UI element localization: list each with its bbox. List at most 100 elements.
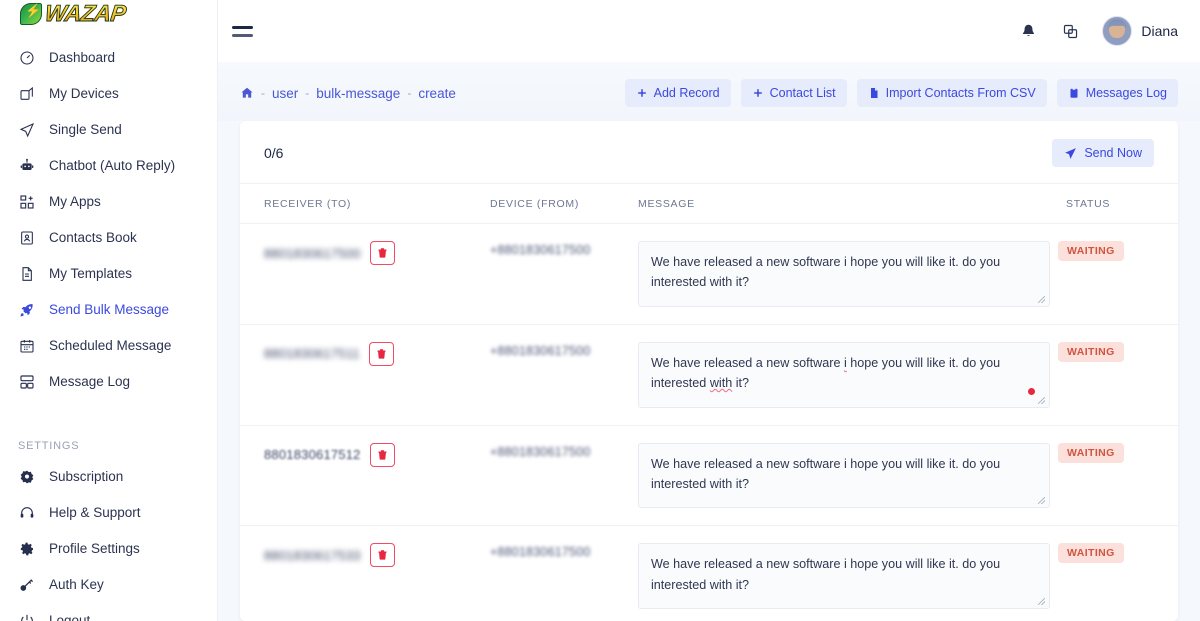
table-header-row: RECEIVER (TO) DEVICE (FROM) MESSAGE STAT… [240,184,1178,224]
column-header-message: MESSAGE [638,184,1058,224]
sidebar-item-scheduled-message[interactable]: Scheduled Message [0,332,217,359]
contact-list-label: Contact List [769,86,836,100]
status-badge: WAITING [1058,241,1124,261]
breadcrumb-separator: - [407,86,412,100]
clipboard-icon [1068,87,1080,99]
send-now-button[interactable]: Send Now [1052,139,1154,167]
spellcheck-word: i [843,355,847,370]
sidebar-item-message-log[interactable]: Message Log [0,368,217,395]
document-icon [18,265,35,282]
table-scroll-region: RECEIVER (TO) DEVICE (FROM) MESSAGE STAT… [240,184,1178,621]
message-text: We have released a new software i hope y… [651,355,1001,391]
contact-card-icon [18,229,35,246]
messages-log-button[interactable]: Messages Log [1056,79,1178,107]
grid-plus-icon [18,193,35,210]
sidebar-item-auth-key[interactable]: Auth Key [0,571,217,598]
cell-device: +8801830617500 [490,223,638,325]
key-icon [18,576,35,593]
column-header-status: STATUS [1058,184,1178,224]
sidebar-item-my-templates[interactable]: My Templates [0,260,217,287]
resize-grip[interactable] [1037,295,1046,304]
receiver-group: 8801830617512 [264,442,395,467]
message-textarea[interactable]: We have released a new software i hope y… [638,543,1050,610]
home-icon[interactable] [240,86,254,100]
table-row: 8801830617533 +8801830617500 We have rel… [240,525,1178,621]
trash-icon [377,247,388,259]
delete-row-button[interactable] [369,543,395,568]
device-number: +8801830617500 [490,444,591,459]
import-contacts-csv-button[interactable]: Import Contacts From CSV [856,79,1047,107]
status-badge: WAITING [1058,543,1124,564]
brand-logo[interactable]: WAZAP [0,0,217,28]
user-menu[interactable]: Diana [1102,16,1178,46]
resize-grip[interactable] [1037,496,1046,505]
sidebar-item-subscription[interactable]: Subscription [0,463,217,490]
breadcrumb-item-bulk-message[interactable]: bulk-message [316,86,400,101]
add-record-button[interactable]: Add Record [624,79,731,107]
sidebar-nav: Dashboard My Devices Single Send Chatbot… [0,28,217,404]
cell-status: WAITING [1058,223,1178,325]
topbar: Diana [218,0,1200,62]
sidebar-item-dashboard[interactable]: Dashboard [0,44,217,71]
sidebar-item-logout[interactable]: Logout [0,607,217,621]
plus-icon [636,87,648,99]
gear-icon [18,540,35,557]
leaf-bolt-icon [20,2,42,25]
breadcrumb-separator: - [261,86,265,100]
sidebar-item-label: My Apps [49,194,101,209]
bulk-message-table: RECEIVER (TO) DEVICE (FROM) MESSAGE STAT… [240,184,1178,621]
sidebar-item-label: My Devices [49,86,119,101]
main-region: Diana - user - bulk-message - create Add… [218,0,1200,621]
page-actions: Add Record Contact List Import Contacts … [624,79,1178,107]
receiver-group: 8801830617511 [264,341,394,366]
receiver-group: 8801830617500 [264,241,395,265]
delete-row-button[interactable] [369,241,395,265]
sidebar-item-profile-settings[interactable]: Profile Settings [0,535,217,562]
copy-icon[interactable] [1060,21,1080,41]
sidebar-item-my-devices[interactable]: My Devices [0,80,217,107]
sidebar-item-label: Send Bulk Message [49,302,170,317]
device-number: +8801830617500 [490,243,591,257]
contact-list-button[interactable]: Contact List [740,79,847,107]
sidebar-item-label: Help & Support [49,505,141,520]
cell-receiver: 8801830617512 [240,425,490,527]
delete-row-button[interactable] [368,341,394,366]
user-name: Diana [1141,23,1178,39]
resize-grip[interactable] [1037,597,1046,606]
breadcrumb: - user - bulk-message - create [240,86,456,101]
hamburger-icon[interactable] [232,19,256,43]
delete-row-button[interactable] [369,442,395,467]
receiver-number: 8801830617533 [264,547,361,563]
unsaved-indicator-dot [1028,387,1035,395]
device-number: +8801830617500 [490,545,591,560]
trash-icon [377,549,388,561]
sidebar-item-send-bulk-message[interactable]: Send Bulk Message [0,296,217,323]
sidebar-item-label: Dashboard [49,50,116,65]
message-textarea[interactable]: We have released a new software i hope y… [638,442,1050,509]
messages-log-label: Messages Log [1085,86,1167,100]
sidebar-item-single-send[interactable]: Single Send [0,116,217,143]
resize-grip[interactable] [1037,396,1046,405]
sidebar-item-help-support[interactable]: Help & Support [0,499,217,526]
cell-receiver: 8801830617500 [240,223,490,325]
table-row: 8801830617500 +8801830617500 We have rel… [240,223,1178,325]
breadcrumb-item-create[interactable]: create [418,86,456,101]
sidebar-item-label: Logout [49,613,91,621]
plus-icon [752,87,764,99]
sidebar-item-contacts-book[interactable]: Contacts Book [0,224,217,251]
status-badge: WAITING [1058,341,1124,362]
sidebar-item-label: Chatbot (Auto Reply) [49,158,176,173]
device-number: +8801830617500 [490,343,591,358]
column-header-receiver: RECEIVER (TO) [240,184,490,224]
bell-icon[interactable] [1018,21,1038,41]
table-head: RECEIVER (TO) DEVICE (FROM) MESSAGE STAT… [240,184,1178,224]
card-header: 0/6 Send Now [240,121,1178,184]
breadcrumb-item-user[interactable]: user [272,86,298,101]
receiver-number: 8801830617500 [264,245,361,261]
add-record-label: Add Record [653,86,720,100]
sidebar-item-my-apps[interactable]: My Apps [0,188,217,215]
sidebar-item-label: Subscription [49,469,124,484]
message-textarea[interactable]: We have released a new software i hope y… [638,341,1050,408]
message-textarea[interactable]: We have released a new software i hope y… [638,241,1050,307]
sidebar-item-chatbot[interactable]: Chatbot (Auto Reply) [0,152,217,179]
